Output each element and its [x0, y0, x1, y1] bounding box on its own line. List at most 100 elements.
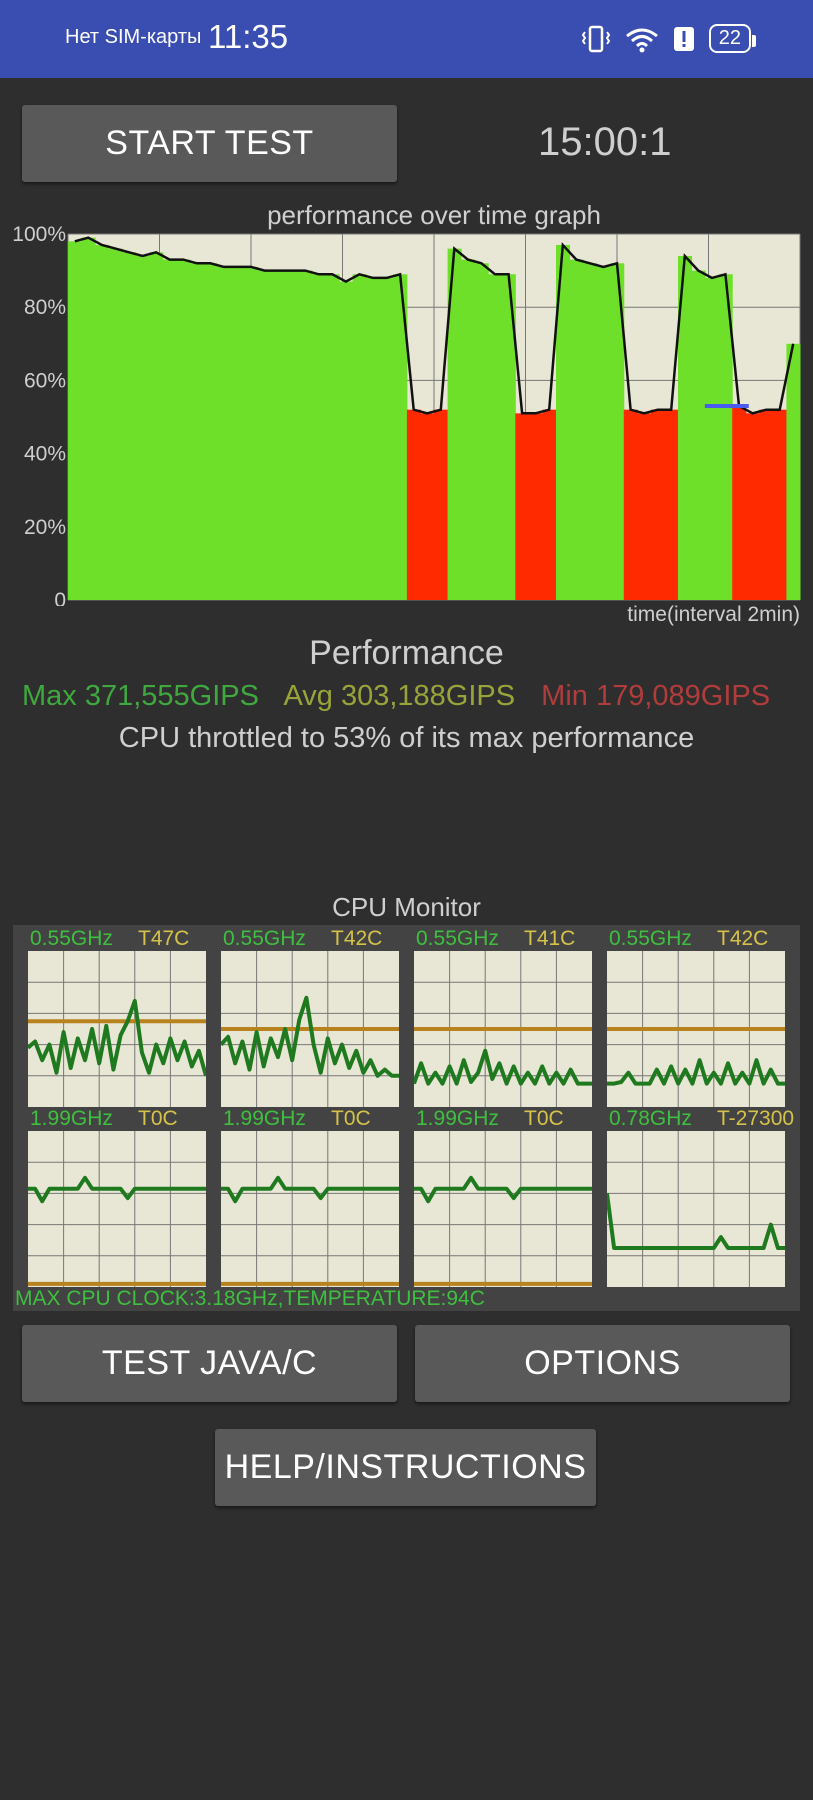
- graph-x-axis-label: time(interval 2min): [627, 603, 800, 626]
- graph-bar: [583, 263, 598, 600]
- graph-bar: [217, 266, 232, 600]
- cpu-core-temperature: T0C: [331, 1107, 371, 1130]
- cpu-core-2: 0.55GHz T41C: [414, 925, 592, 1107]
- graph-bar: [664, 409, 679, 600]
- cpu-core-5: 1.99GHz T0C: [221, 1105, 399, 1287]
- cpu-core-graph: [28, 951, 206, 1107]
- cpu-core-temperature: T42C: [331, 927, 383, 950]
- cpu-core-header: 0.55GHz T42C: [607, 925, 785, 951]
- options-button[interactable]: OPTIONS: [415, 1325, 790, 1402]
- graph-bar: [623, 409, 638, 600]
- graph-bar: [325, 274, 340, 600]
- alert-icon: [673, 26, 694, 51]
- core-graph-background: [221, 1131, 399, 1287]
- y-tick-label: 0: [54, 589, 66, 606]
- status-bar: Нет SIM-карты 11:35 22: [0, 0, 813, 78]
- graph-bar: [691, 270, 706, 600]
- graph-bar: [759, 409, 774, 600]
- graph-bar: [203, 263, 218, 600]
- graph-bar: [461, 259, 476, 600]
- cpu-monitor-footer: MAX CPU CLOCK:3.18GHz,TEMPERATURE:94C: [15, 1287, 485, 1310]
- graph-bar: [135, 255, 150, 600]
- core-graph-background: [607, 1131, 785, 1287]
- cpu-monitor-title: CPU Monitor: [332, 892, 481, 922]
- graph-bar: [786, 343, 801, 600]
- cpu-core-4: 1.99GHz T0C: [28, 1105, 206, 1287]
- status-icons: 22: [581, 24, 757, 53]
- graph-bar: [569, 259, 584, 600]
- cpu-core-header: 1.99GHz T0C: [221, 1105, 399, 1131]
- cpu-core-frequency: 0.55GHz: [416, 927, 499, 950]
- wifi-icon: [625, 28, 658, 52]
- y-tick-label: 40%: [24, 443, 66, 466]
- max-performance: Max 371,555GIPS: [22, 680, 259, 712]
- cpu-core-7: 0.78GHz T-27300: [607, 1105, 794, 1287]
- graph-bar: [81, 237, 96, 600]
- y-tick-label: 20%: [24, 516, 66, 539]
- graph-bar: [705, 277, 720, 600]
- graph-bar: [108, 248, 123, 600]
- y-tick-label: 80%: [24, 296, 66, 319]
- graph-bar: [271, 270, 286, 600]
- avg-performance: Avg 303,188GIPS: [283, 680, 516, 712]
- cpu-core-header: 0.55GHz T47C: [28, 925, 206, 951]
- help-instructions-button[interactable]: HELP/INSTRUCTIONS: [215, 1429, 596, 1506]
- start-test-button[interactable]: START TEST: [22, 105, 397, 182]
- cpu-core-temperature: T47C: [138, 927, 190, 950]
- throttle-summary: CPU throttled to 53% of its max performa…: [118, 722, 695, 754]
- graph-bar: [244, 266, 259, 600]
- carrier-label: Нет SIM-карты: [65, 26, 202, 48]
- cpu-core-temperature: T42C: [717, 927, 769, 950]
- cpu-core-frequency: 0.55GHz: [223, 927, 306, 950]
- cpu-core-header: 0.55GHz T41C: [414, 925, 592, 951]
- cpu-core-frequency: 1.99GHz: [416, 1107, 499, 1130]
- performance-graph: 0 20% 40% 60% 80% 100%: [12, 226, 801, 606]
- graph-bar: [284, 270, 299, 600]
- timer: 15:00:1: [538, 120, 672, 164]
- cpu-core-graph: [28, 1131, 206, 1287]
- cpu-core-frequency: 0.55GHz: [609, 927, 692, 950]
- graph-bar: [298, 270, 313, 600]
- cpu-core-graph: [414, 951, 592, 1107]
- test-java-c-button[interactable]: TEST JAVA/C: [22, 1325, 397, 1402]
- graph-bar: [488, 274, 503, 600]
- graph-bar: [732, 406, 747, 600]
- graph-bar: [190, 263, 205, 600]
- cpu-core-graph: [414, 1131, 592, 1287]
- cpu-core-header: 0.78GHz T-27300: [607, 1105, 794, 1131]
- graph-bar: [366, 277, 381, 600]
- cpu-core-header: 0.55GHz T42C: [221, 925, 399, 951]
- vibrate-icon: [581, 25, 610, 52]
- graph-bar: [68, 241, 83, 600]
- graph-bar: [162, 259, 177, 600]
- y-tick-label: 60%: [24, 369, 66, 392]
- cpu-core-graph: [221, 951, 399, 1107]
- graph-bar: [95, 244, 110, 601]
- cpu-core-graph: [221, 1131, 399, 1287]
- graph-bar: [312, 274, 327, 600]
- graph-bar: [420, 413, 435, 600]
- cpu-monitor-panel: MAX CPU CLOCK:3.18GHz,TEMPERATURE:94C 0.…: [13, 925, 800, 1311]
- graph-bar: [149, 252, 164, 601]
- cpu-core-header: 1.99GHz T0C: [28, 1105, 206, 1131]
- cpu-core-0: 0.55GHz T47C: [28, 925, 206, 1107]
- cpu-core-graph: [607, 1131, 785, 1287]
- cpu-core-temperature: T41C: [524, 927, 576, 950]
- performance-stats: Max 371,555GIPS Avg 303,188GIPS Min 179,…: [22, 680, 788, 713]
- graph-bar: [542, 409, 557, 600]
- graph-bar: [406, 409, 421, 600]
- graph-bar: [596, 266, 611, 600]
- cpu-core-frequency: 0.55GHz: [30, 927, 113, 950]
- cpu-core-frequency: 1.99GHz: [30, 1107, 113, 1130]
- cpu-core-graph: [607, 951, 785, 1107]
- graph-bar: [122, 252, 137, 601]
- graph-bar: [339, 281, 354, 600]
- graph-bar: [515, 413, 530, 600]
- graph-bar: [745, 413, 760, 600]
- core-graph-background: [28, 1131, 206, 1287]
- core-graph-background: [414, 1131, 592, 1287]
- graph-bar: [176, 259, 191, 600]
- graph-bar: [257, 270, 272, 600]
- battery-icon: 22: [708, 24, 757, 53]
- graph-bar: [379, 277, 394, 600]
